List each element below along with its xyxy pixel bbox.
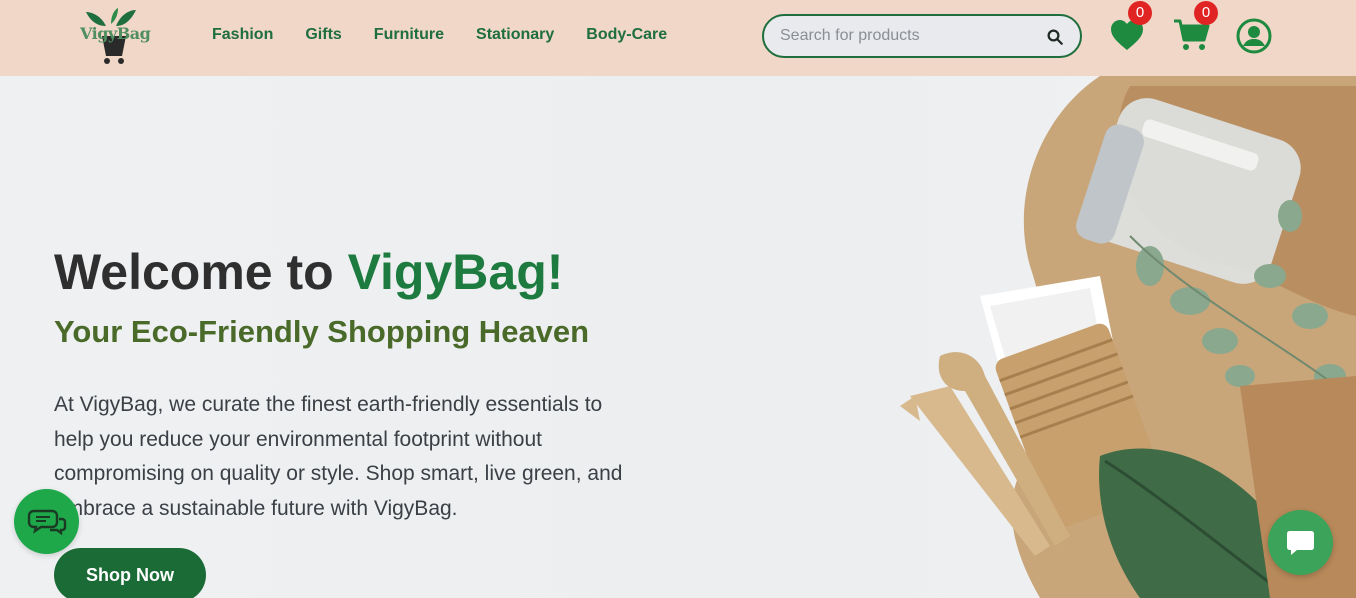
nav-link-body-care[interactable]: Body-Care: [586, 26, 667, 44]
account-button[interactable]: [1236, 18, 1276, 58]
search-input[interactable]: [780, 25, 1040, 47]
hero-subtitle: Your Eco-Friendly Shopping Heaven: [54, 314, 590, 349]
hero-title: Welcome to VigyBag!: [54, 244, 563, 300]
message-bubble-icon: [1287, 531, 1314, 555]
hero-title-brand: VigyBag!: [347, 244, 564, 300]
main-nav: Fashion Gifts Furniture Stationary Body-…: [212, 26, 699, 44]
wishlist-count-badge: 0: [1128, 1, 1152, 25]
hero-description: At VigyBag, we curate the finest earth-f…: [54, 393, 623, 520]
cart-button[interactable]: 0: [1172, 1, 1218, 56]
nav-link-gifts[interactable]: Gifts: [305, 26, 341, 44]
wishlist-button[interactable]: 0: [1108, 1, 1152, 56]
search-icon[interactable]: [1046, 28, 1064, 46]
logo[interactable]: VigyBag: [76, 6, 152, 66]
nav-link-stationary[interactable]: Stationary: [476, 26, 554, 44]
shop-now-button[interactable]: Shop Now: [54, 548, 206, 598]
hero-section: Welcome to VigyBag! Your Eco-Friendly Sh…: [0, 76, 1356, 598]
hero-title-prefix: Welcome to: [54, 244, 348, 300]
logo-text: VigyBag: [80, 24, 151, 43]
chat-bubbles-icon: [27, 509, 67, 536]
cart-count-badge: 0: [1194, 1, 1218, 25]
nav-link-furniture[interactable]: Furniture: [374, 26, 444, 44]
search-bar: [762, 14, 1082, 58]
support-chat-button[interactable]: [1268, 510, 1333, 575]
navbar: VigyBag Fashion Gifts Furniture Stationa…: [0, 0, 1356, 76]
nav-link-fashion[interactable]: Fashion: [212, 26, 273, 44]
user-icon: [1236, 18, 1272, 54]
chat-widget-button[interactable]: [14, 489, 79, 554]
